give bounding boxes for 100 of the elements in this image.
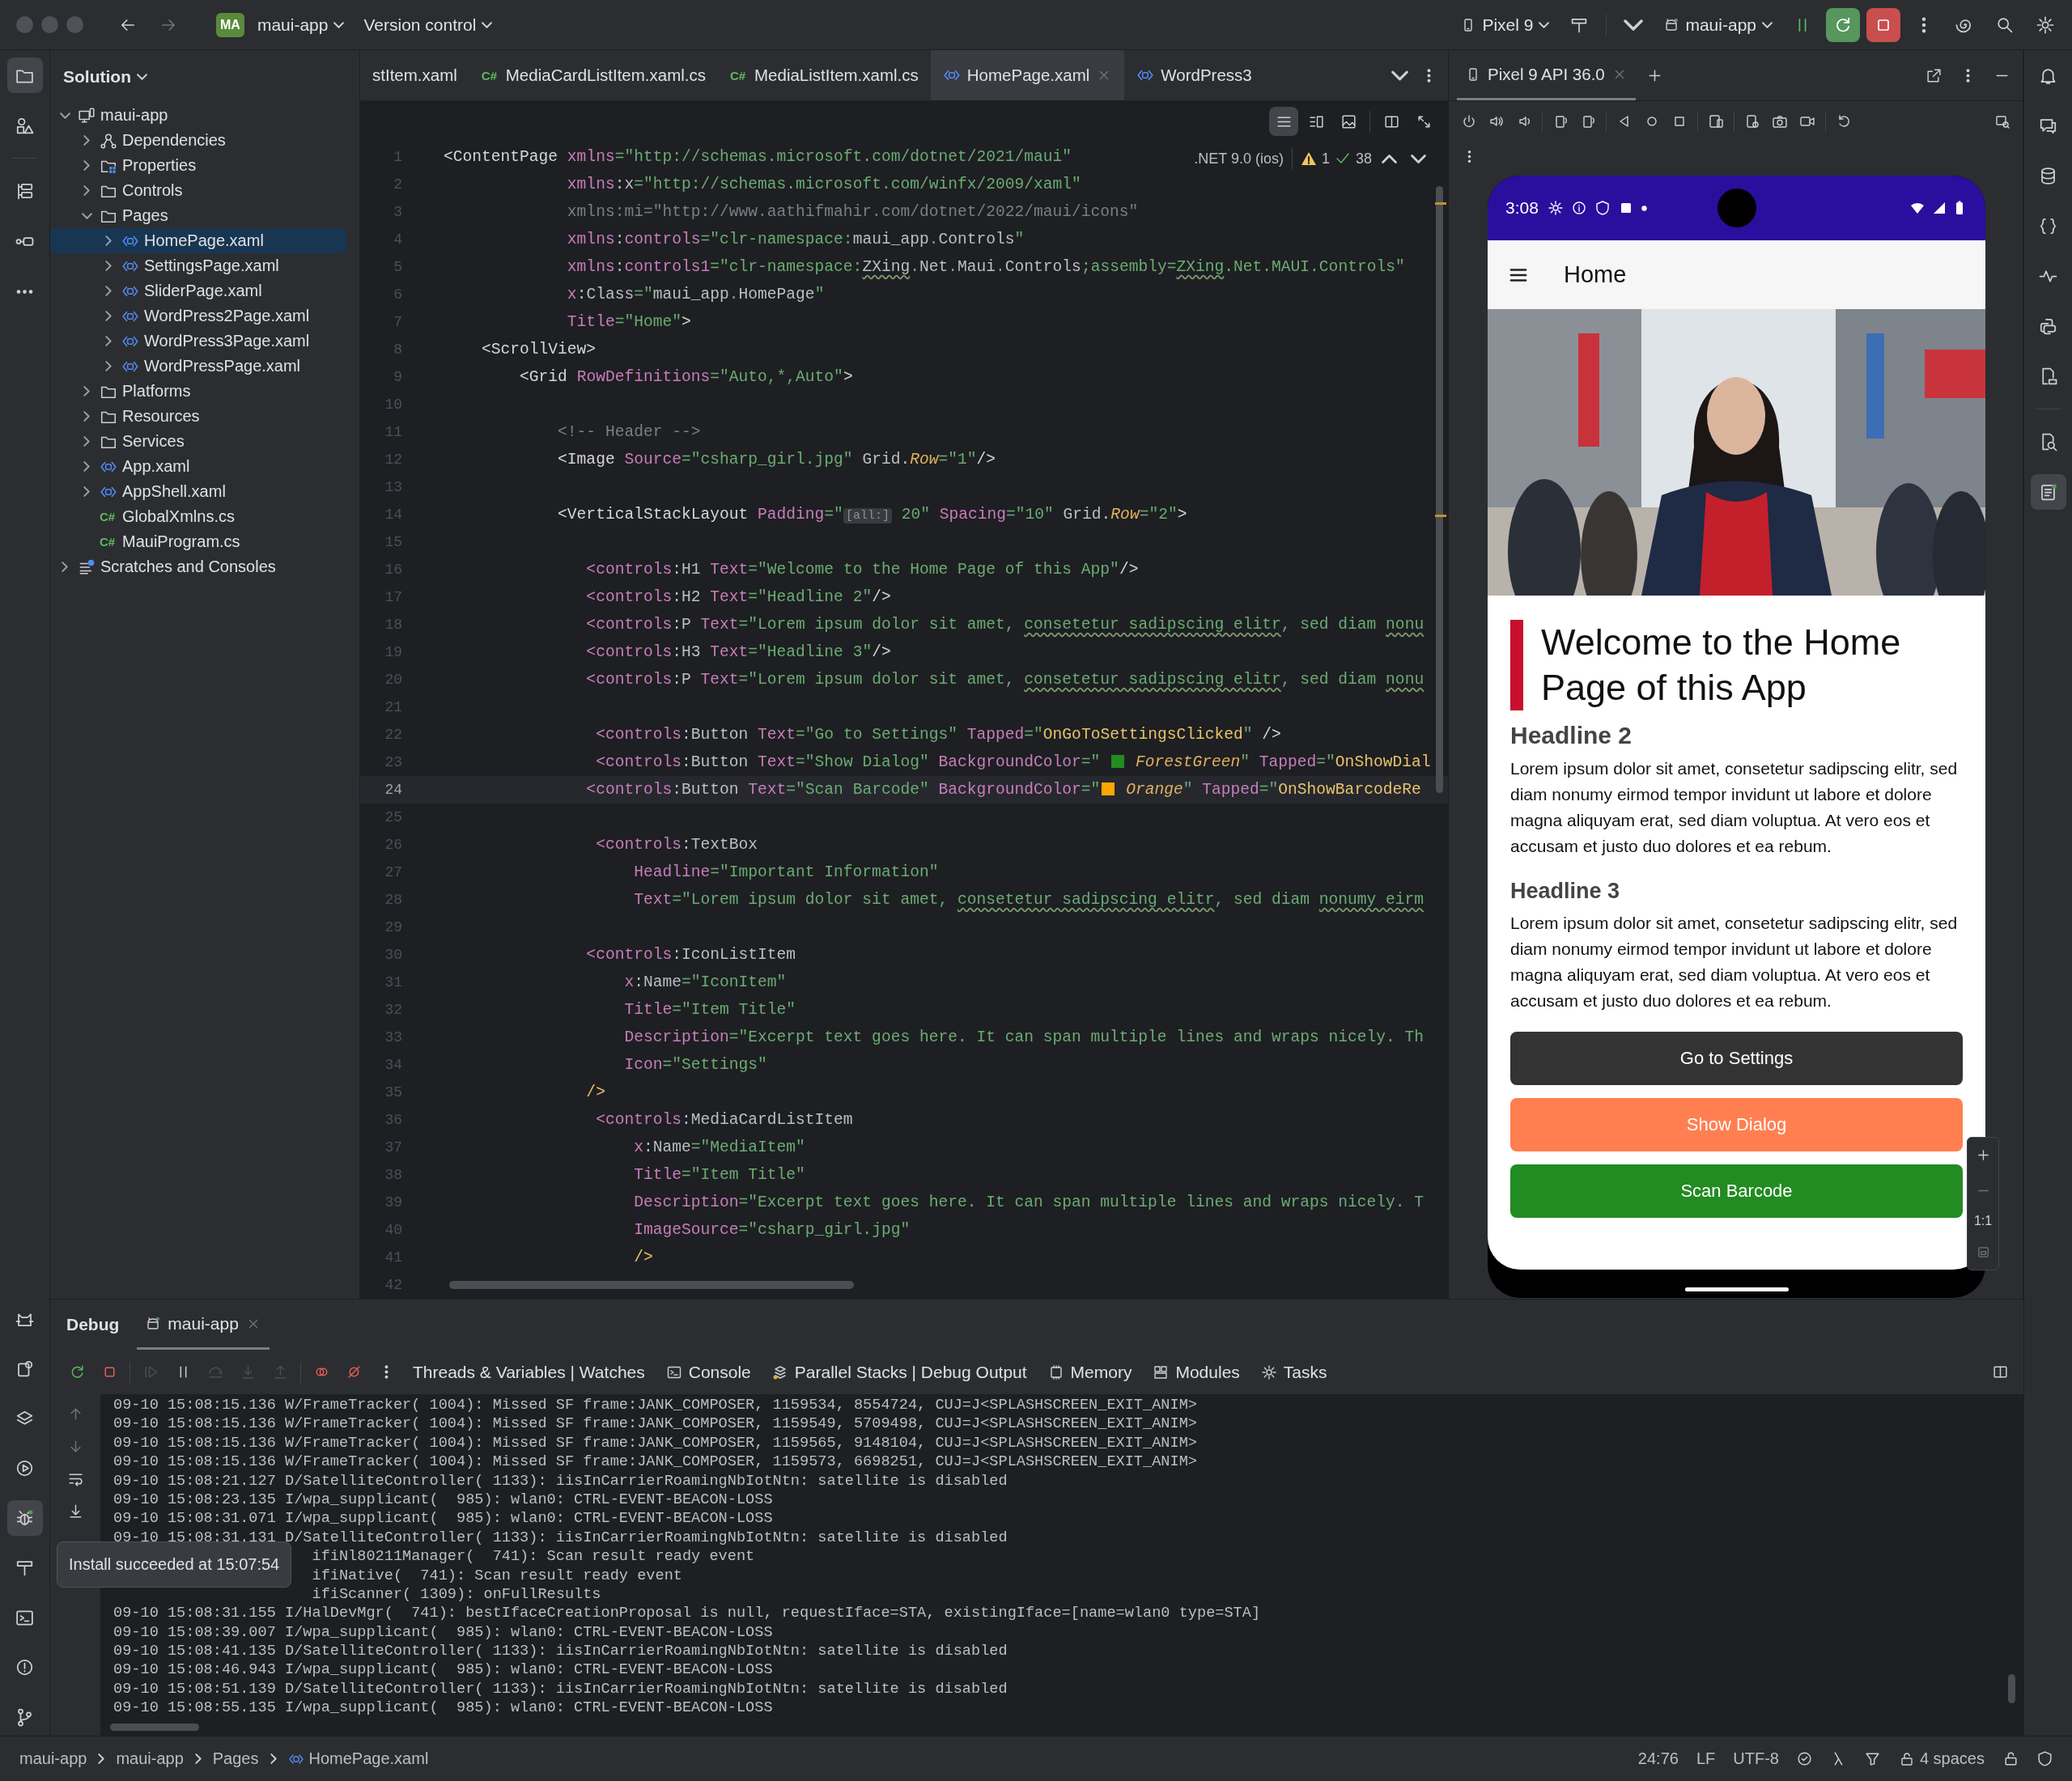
rerun-icon[interactable] [1826, 7, 1860, 42]
debug-tab[interactable]: Parallel Stacks | Debug Output [762, 1359, 1037, 1385]
code-line: <controls:P Text="Lorem ipsum dolor sit amet, consetetur sadipscing elitr, sed diam nonu [585, 671, 1424, 689]
device-list-icon[interactable] [2030, 474, 2066, 510]
code-line: Description="Excerpt text goes here. It can span multiple lines and wraps nicely. Th [623, 1028, 1424, 1046]
shield-icon [1594, 200, 1611, 216]
code-line: x:Class="maui_app.HomePage" [566, 286, 825, 303]
scrollbar-thumb[interactable] [449, 1281, 854, 1289]
code-line: <controls:MediaCardListItem [595, 1111, 853, 1129]
chevron-icon [98, 1753, 105, 1764]
code-line: <controls:Button Text="Scan Barcode" BackgroundColor=" Orange" Tapped="OnShowBarcodeRe [585, 781, 1421, 799]
breadcrumb[interactable]: maui-app [13, 1746, 94, 1771]
warning-marker [1435, 202, 1446, 205]
console-line: 09-10 15:08:15.136 W/FrameTracker( 1004): Missed SF frame:JANK_COMPOSER, 1159534, 8554724, CUJ=J<SPLASHSCREEN_EXIT_ANIM> [113, 1396, 1197, 1415]
debug-tab[interactable]: Modules [1143, 1359, 1250, 1385]
tree-item[interactable]: Scratches and Consoles [50, 554, 346, 579]
solution-dropdown[interactable]: Solution [57, 61, 154, 91]
stop-icon[interactable] [1866, 7, 1900, 42]
console-line: 09-10 15:08:41.135 D/SatelliteController( 1133): iisInCarrierRoamingNbIotNtn: satellite is disabled [113, 1642, 1008, 1661]
tree-item[interactable]: Pages [50, 203, 346, 228]
tree-item[interactable]: WordPressPage.xaml [50, 354, 346, 379]
headline: Headline 2 [1510, 722, 1633, 749]
breadcrumb[interactable]: Pages [206, 1746, 265, 1771]
emulator-tab[interactable]: Pixel 9 API 36.0 [1457, 50, 1636, 100]
editor-tab[interactable]: HomePage.xaml [930, 50, 1125, 100]
code-line: <controls:Button Text="Go to Settings" Tapped="OnGoToSettingsClicked" /> [595, 726, 1281, 744]
session-tab[interactable]: maui-app [137, 1300, 270, 1350]
code-line: x:Name="IconItem" [623, 973, 787, 991]
run-configuration[interactable]: maui-app [1657, 10, 1779, 40]
console-line: 09-10 15:08:46.943 I/wpa_supplicant( 985): wlan0: CTRL-EVENT-BEACON-LOSS [113, 1660, 773, 1680]
warning-count: 1 [1321, 150, 1330, 167]
line-number: 24 [384, 782, 402, 798]
breadcrumb[interactable]: maui-app [109, 1746, 190, 1771]
tree-item[interactable]: C# GlobalXmlns.cs [50, 504, 346, 529]
cursor-position[interactable]: 24:76 [1631, 1746, 1685, 1771]
target-framework-label[interactable]: .NET 9.0 (ios) [1194, 150, 1284, 167]
tree-item[interactable]: App.xaml [50, 454, 346, 479]
breadcrumb[interactable]: HomePage.xaml [281, 1746, 435, 1771]
tree-item[interactable]: Services [50, 429, 346, 454]
code-line: Headline="Important Information" [633, 863, 939, 881]
editor-tab[interactable]: stItem.xaml [360, 50, 469, 100]
tree-item[interactable]: Dependencies [50, 128, 346, 153]
editor-tab[interactable]: C# MediaCardListItem.xaml.cs [469, 50, 718, 100]
tree-item[interactable]: SliderPage.xaml [50, 278, 346, 303]
code-line: Text="Lorem ipsum dolor sit amet, consetetur sadipscing elitr, sed diam nonumy eirm [633, 891, 1424, 909]
lines-icon[interactable] [1269, 107, 1298, 136]
app-button[interactable]: Scan Barcode [1510, 1164, 1963, 1218]
tree-item[interactable]: Platforms [50, 379, 346, 404]
project-icon [78, 106, 96, 125]
version-control-menu[interactable]: Version control [357, 10, 499, 40]
warning-icon [1300, 151, 1317, 167]
app-button[interactable]: Go to Settings [1510, 1032, 1963, 1085]
tree-item[interactable]: SettingsPage.xaml [50, 253, 346, 278]
settings-icon [1260, 1363, 1277, 1380]
tree-item[interactable]: WordPress3Page.xaml [50, 329, 346, 354]
debug-tab[interactable]: Threads & Variables | Watches [403, 1359, 655, 1385]
project-selector[interactable]: maui-app [250, 10, 351, 40]
editor-tab[interactable]: WordPress3 [1124, 50, 1264, 100]
device-selector[interactable]: Pixel 9 [1454, 10, 1556, 40]
debug-tab[interactable]: Console [656, 1359, 761, 1385]
tree-item[interactable]: Controls [50, 178, 346, 203]
scrollbar-thumb[interactable] [1436, 186, 1443, 793]
tree-item[interactable]: Resources [50, 404, 346, 429]
tree-item[interactable]: HomePage.xaml [50, 228, 346, 253]
chevron-icon [137, 73, 147, 80]
code-line: xmlns:mi="http://www.aathifmahir.com/dotnet/2022/maui/icons" [566, 203, 1139, 221]
tree-item[interactable]: C# MauiProgram.cs [50, 529, 346, 554]
panel-title: Debug [66, 1315, 120, 1334]
zoom-ratio[interactable]: 1:1 [1973, 1214, 1993, 1229]
code-line: <Grid RowDefinitions="Auto,*,Auto"> [519, 368, 853, 386]
warning-marker [1435, 515, 1446, 517]
code-line: /> [633, 1249, 653, 1266]
app-title: Home [1564, 261, 1627, 288]
console-line: 09-10 15:08:15.136 W/FrameTracker( 1004): Missed SF frame:JANK_COMPOSER, 1159565, 9148104, CUJ=J<SPLASHSCREEN_EXIT_ANIM> [113, 1433, 1197, 1453]
folder-icon[interactable] [6, 57, 43, 93]
debug-tab[interactable]: Tasks [1250, 1359, 1337, 1385]
tree-item[interactable]: AppShell.xaml [50, 479, 346, 504]
line-ending[interactable]: LF [1689, 1746, 1722, 1771]
debug-tab[interactable]: Memory [1038, 1359, 1142, 1385]
chevron-icon [194, 1753, 202, 1764]
project-badge: MA [216, 12, 244, 37]
headline: Headline 3 [1510, 879, 1621, 904]
dot-icon [1641, 205, 1647, 211]
tree-item[interactable]: WordPress2Page.xaml [50, 303, 346, 329]
chevron-icon [482, 21, 493, 28]
bug-icon[interactable] [6, 1500, 43, 1536]
code-line: <ScrollView> [481, 341, 597, 358]
code-line: <controls:Button Text="Show Dialog" BackgroundColor=" ForestGreen" Tapped="OnShowDial [595, 753, 1431, 771]
code-line: Title="Item Title" [633, 1166, 805, 1184]
code-line: Description="Excerpt text goes here. It can span multiple lines and wraps nicely. T [633, 1194, 1424, 1211]
scrollbar-thumb[interactable] [110, 1724, 199, 1731]
encoding[interactable]: UTF-8 [1726, 1746, 1785, 1771]
status-time: 3:08 [1505, 198, 1539, 218]
tree-item[interactable]: Properties [50, 153, 346, 178]
scrollbar-thumb[interactable] [2008, 1674, 2015, 1703]
tree-item[interactable]: maui-app [50, 103, 346, 128]
editor-tab[interactable]: C# MediaListItem.xaml.cs [718, 50, 931, 100]
indent-setting[interactable]: 4 spaces [1892, 1746, 1991, 1771]
console-line: 09-10 15:08:15.136 W/FrameTracker( 1004): Missed SF frame:JANK_COMPOSER, 1159549, 5709498, CUJ=J<SPLASHSCREEN_EXIT_ANIM> [113, 1414, 1197, 1434]
code-line: <controls:H2 Text="Headline 2"/> [585, 588, 891, 606]
